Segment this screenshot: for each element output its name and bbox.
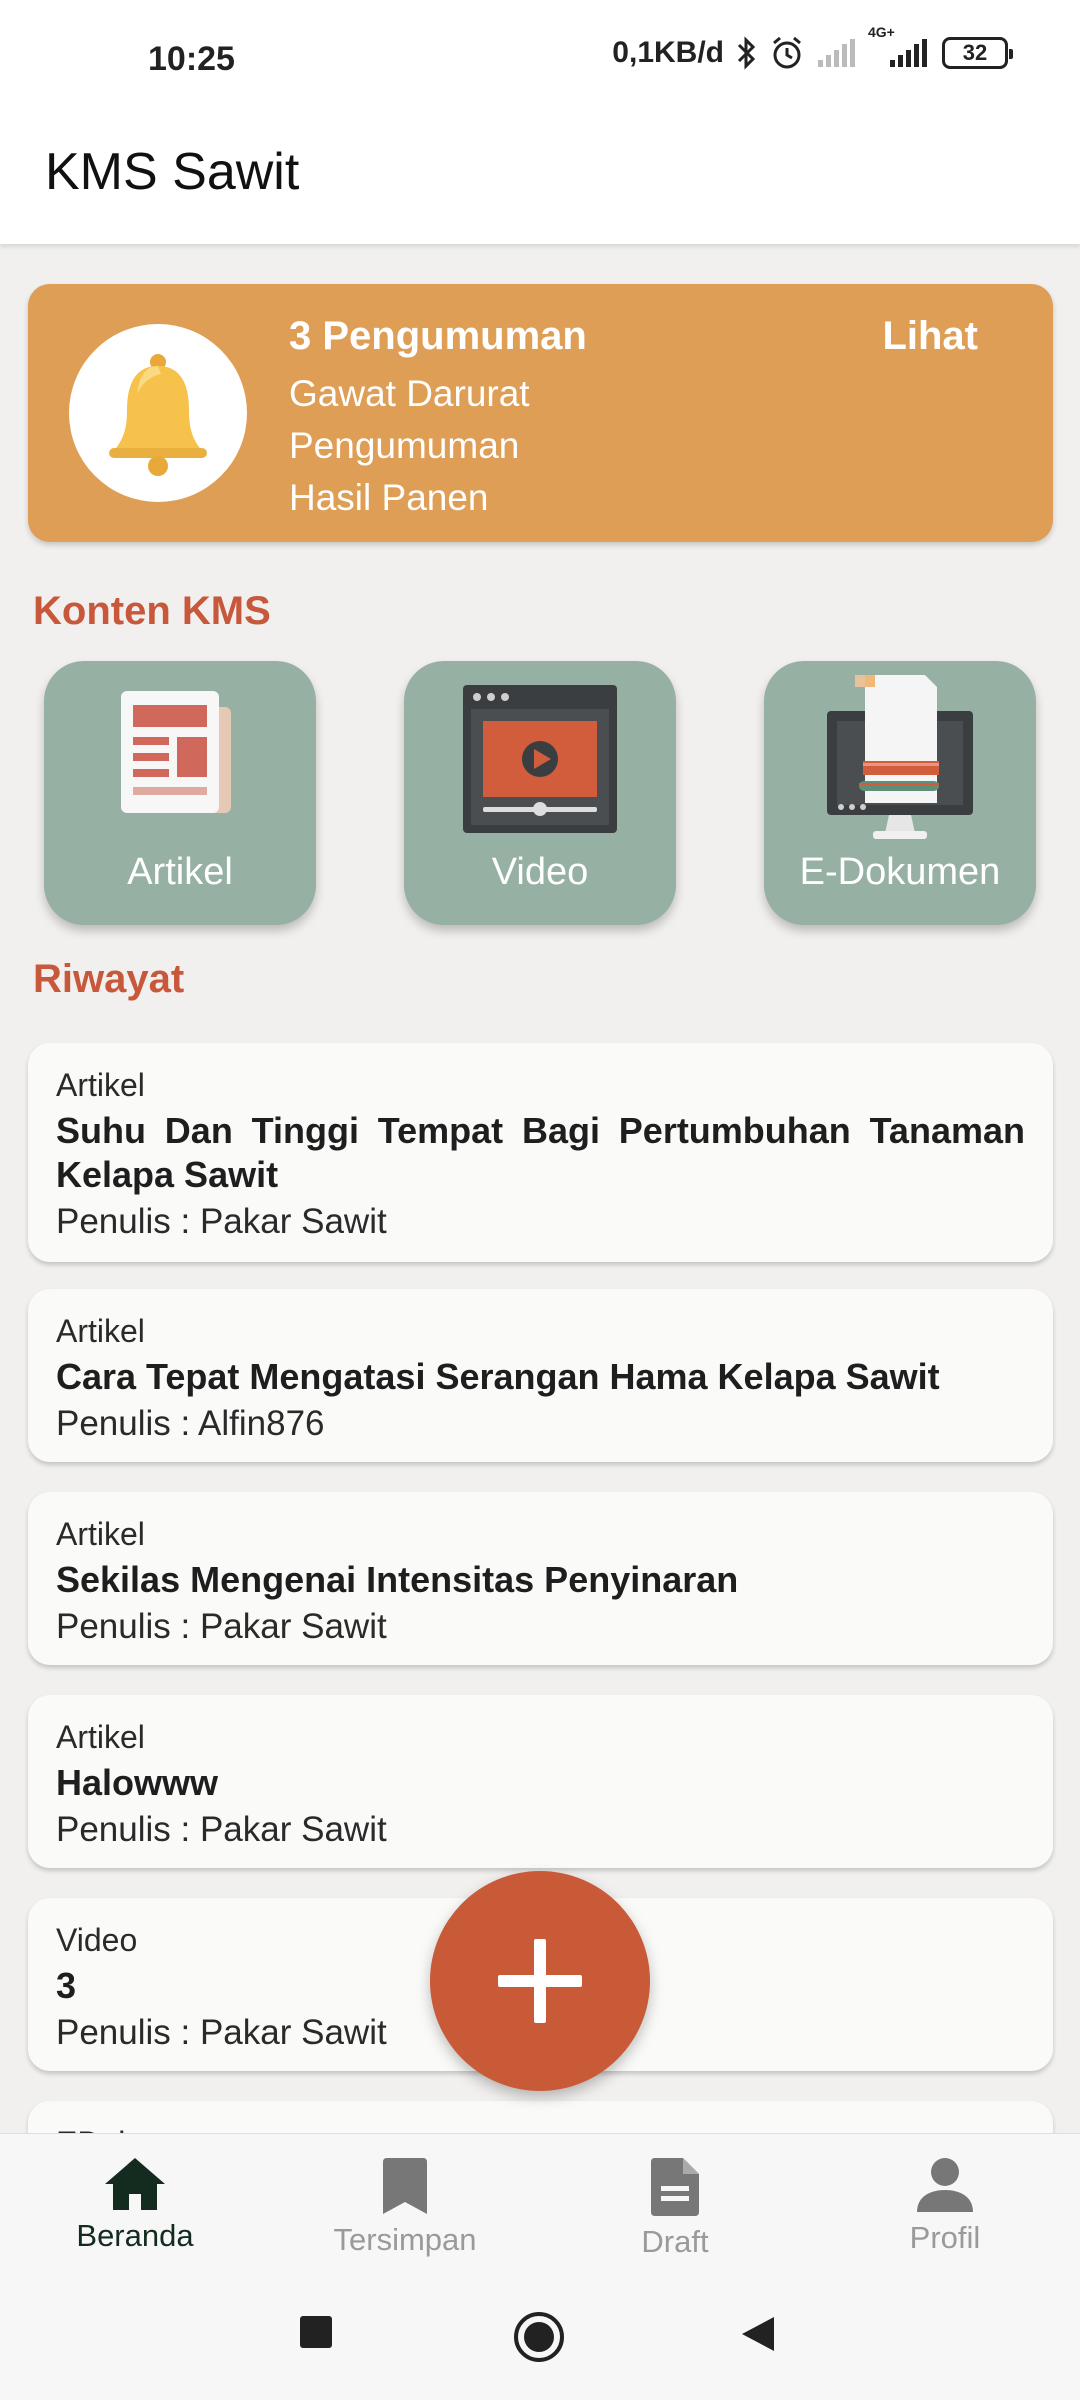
network-type: 4G+	[868, 24, 895, 40]
add-content-button[interactable]	[430, 1871, 650, 2091]
tile-e-dokumen[interactable]: E-Dokumen	[764, 661, 1036, 925]
bell-icon-badge	[69, 324, 247, 502]
tile-video[interactable]: Video	[404, 661, 676, 925]
newspaper-icon	[115, 683, 245, 822]
history-item-type: Artikel	[56, 1067, 145, 1103]
announcement-categories: Gawat Darurat Pengumuman Hasil Panen	[289, 368, 530, 524]
history-item[interactable]: Artikel Sekilas Mengenai Intensitas Peny…	[28, 1492, 1053, 1665]
history-item-author: Penulis : Pakar Sawit	[56, 1810, 387, 1849]
history-item-type: Artikel	[56, 1719, 145, 1755]
bluetooth-icon	[736, 36, 758, 70]
document-icon	[651, 2158, 699, 2216]
history-item-title: Cara Tepat Mengatasi Serangan Hama Kelap…	[56, 1356, 940, 1397]
nav-label: Draft	[641, 2224, 709, 2259]
history-item-title: Halowww	[56, 1762, 219, 1803]
status-icons: 0,1KB/d 4G+ 32	[612, 24, 1013, 70]
announcement-card[interactable]: 3 Pengumuman Gawat Darurat Pengumuman Ha…	[28, 284, 1053, 542]
network-speed: 0,1KB/d	[612, 36, 724, 69]
announcement-count: 3 Pengumuman	[289, 314, 587, 358]
tile-label: Artikel	[127, 851, 233, 893]
history-item[interactable]: Artikel Suhu Dan Tinggi Tempat Bagi Pert…	[28, 1043, 1053, 1262]
history-item-author: Penulis : Pakar Sawit	[56, 1202, 387, 1241]
tile-artikel[interactable]: Artikel	[44, 661, 316, 925]
bottom-navigation: Beranda Tersimpan Draft Profil	[0, 2133, 1080, 2270]
video-player-icon	[461, 683, 619, 840]
history-item-author: Penulis : Alfin876	[56, 1404, 325, 1443]
kms-content-tiles: Artikel Video E-Dokumen	[0, 661, 1080, 925]
nav-item-beranda[interactable]: Beranda	[0, 2134, 270, 2271]
app-title: KMS Sawit	[45, 143, 300, 201]
nav-item-draft[interactable]: Draft	[540, 2134, 810, 2271]
battery-icon: 32	[942, 37, 1013, 69]
system-navigation-bar	[0, 2270, 1080, 2400]
battery-level: 32	[962, 40, 988, 65]
back-triangle-icon[interactable]	[740, 2315, 776, 2358]
kms-content-title: Konten KMS	[33, 589, 271, 633]
history-item-title: Suhu Dan Tinggi Tempat Bagi Pertumbuhan …	[56, 1110, 1025, 1195]
announcement-category: Hasil Panen	[289, 477, 489, 518]
announcement-category: Gawat Darurat	[289, 373, 530, 414]
nav-label: Beranda	[76, 2218, 194, 2253]
history-item-author: Penulis : Pakar Sawit	[56, 1607, 387, 1646]
tile-label: Video	[491, 851, 589, 893]
tile-label: E-Dokumen	[799, 851, 1001, 893]
bookmark-icon	[383, 2158, 427, 2214]
history-item[interactable]: Artikel Halowww Penulis : Pakar Sawit	[28, 1695, 1053, 1868]
view-announcements-link[interactable]: Lihat	[882, 314, 978, 359]
signal-icon	[816, 38, 856, 68]
status-bar: 10:25 0,1KB/d 4G+ 32	[0, 0, 1080, 122]
app-bar: KMS Sawit	[0, 122, 1080, 244]
recents-square-icon[interactable]	[299, 2315, 333, 2354]
history-item-type: Artikel	[56, 1516, 145, 1552]
signal-4g-icon: 4G+	[868, 24, 930, 68]
history-item-type: Artikel	[56, 1313, 145, 1349]
alarm-icon	[770, 36, 804, 70]
status-time: 10:25	[148, 40, 235, 78]
nav-label: Tersimpan	[333, 2222, 477, 2257]
bell-icon	[109, 354, 207, 476]
announcement-category: Pengumuman	[289, 425, 520, 466]
home-icon	[105, 2158, 165, 2210]
history-item[interactable]: Artikel Cara Tepat Mengatasi Serangan Ha…	[28, 1289, 1053, 1462]
plus-icon	[498, 1939, 582, 2023]
person-icon	[917, 2158, 973, 2212]
nav-item-tersimpan[interactable]: Tersimpan	[270, 2134, 540, 2271]
home-circle-icon[interactable]	[513, 2311, 565, 2368]
history-title: Riwayat	[33, 957, 185, 1001]
document-monitor-icon	[825, 673, 975, 846]
nav-item-profil[interactable]: Profil	[810, 2134, 1080, 2271]
history-item-title: Sekilas Mengenai Intensitas Penyinaran	[56, 1559, 739, 1600]
nav-label: Profil	[909, 2220, 981, 2255]
